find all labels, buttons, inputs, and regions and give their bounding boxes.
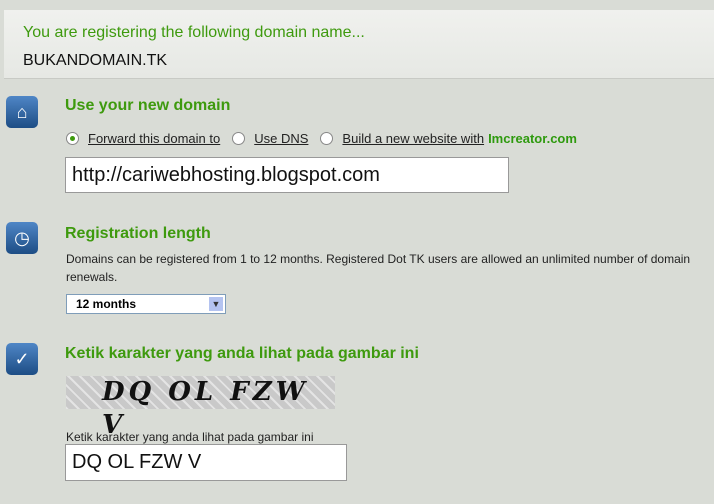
imcreator-link[interactable]: Imcreator.com <box>488 131 577 146</box>
checkmark-icon: ✓ <box>6 343 38 375</box>
captcha-label: Ketik karakter yang anda lihat pada gamb… <box>66 430 314 444</box>
forward-url-input[interactable]: http://cariwebhosting.blogspot.com <box>65 157 509 193</box>
build-website-label[interactable]: Build a new website with <box>342 131 484 146</box>
selected-length: 12 months <box>76 297 137 311</box>
forward-label[interactable]: Forward this domain to <box>88 131 220 146</box>
use-domain-options: Forward this domain to Use DNS Build a n… <box>66 131 577 146</box>
domain-banner: You are registering the following domain… <box>4 10 714 79</box>
clock-icon: ◷ <box>6 222 38 254</box>
banner-title: You are registering the following domain… <box>23 24 365 41</box>
captcha-image: DQ OL FZW V <box>66 376 335 440</box>
forward-radio[interactable] <box>66 132 79 145</box>
captcha-heading: Ketik karakter yang anda lihat pada gamb… <box>65 345 419 362</box>
build-website-radio[interactable] <box>320 132 334 145</box>
captcha-input[interactable]: DQ OL FZW V <box>65 444 347 481</box>
dns-label[interactable]: Use DNS <box>254 131 308 146</box>
use-domain-heading: Use your new domain <box>65 97 231 114</box>
domain-name: BUKANDOMAIN.TK <box>23 52 168 69</box>
registration-length-description: Domains can be registered from 1 to 12 m… <box>66 252 691 284</box>
chevron-down-icon[interactable]: ▼ <box>209 297 223 311</box>
registration-length-heading: Registration length <box>65 225 211 242</box>
home-icon: ⌂ <box>6 96 38 128</box>
dns-radio[interactable] <box>232 132 246 145</box>
registration-length-select[interactable]: 12 months ▼ <box>66 294 226 314</box>
